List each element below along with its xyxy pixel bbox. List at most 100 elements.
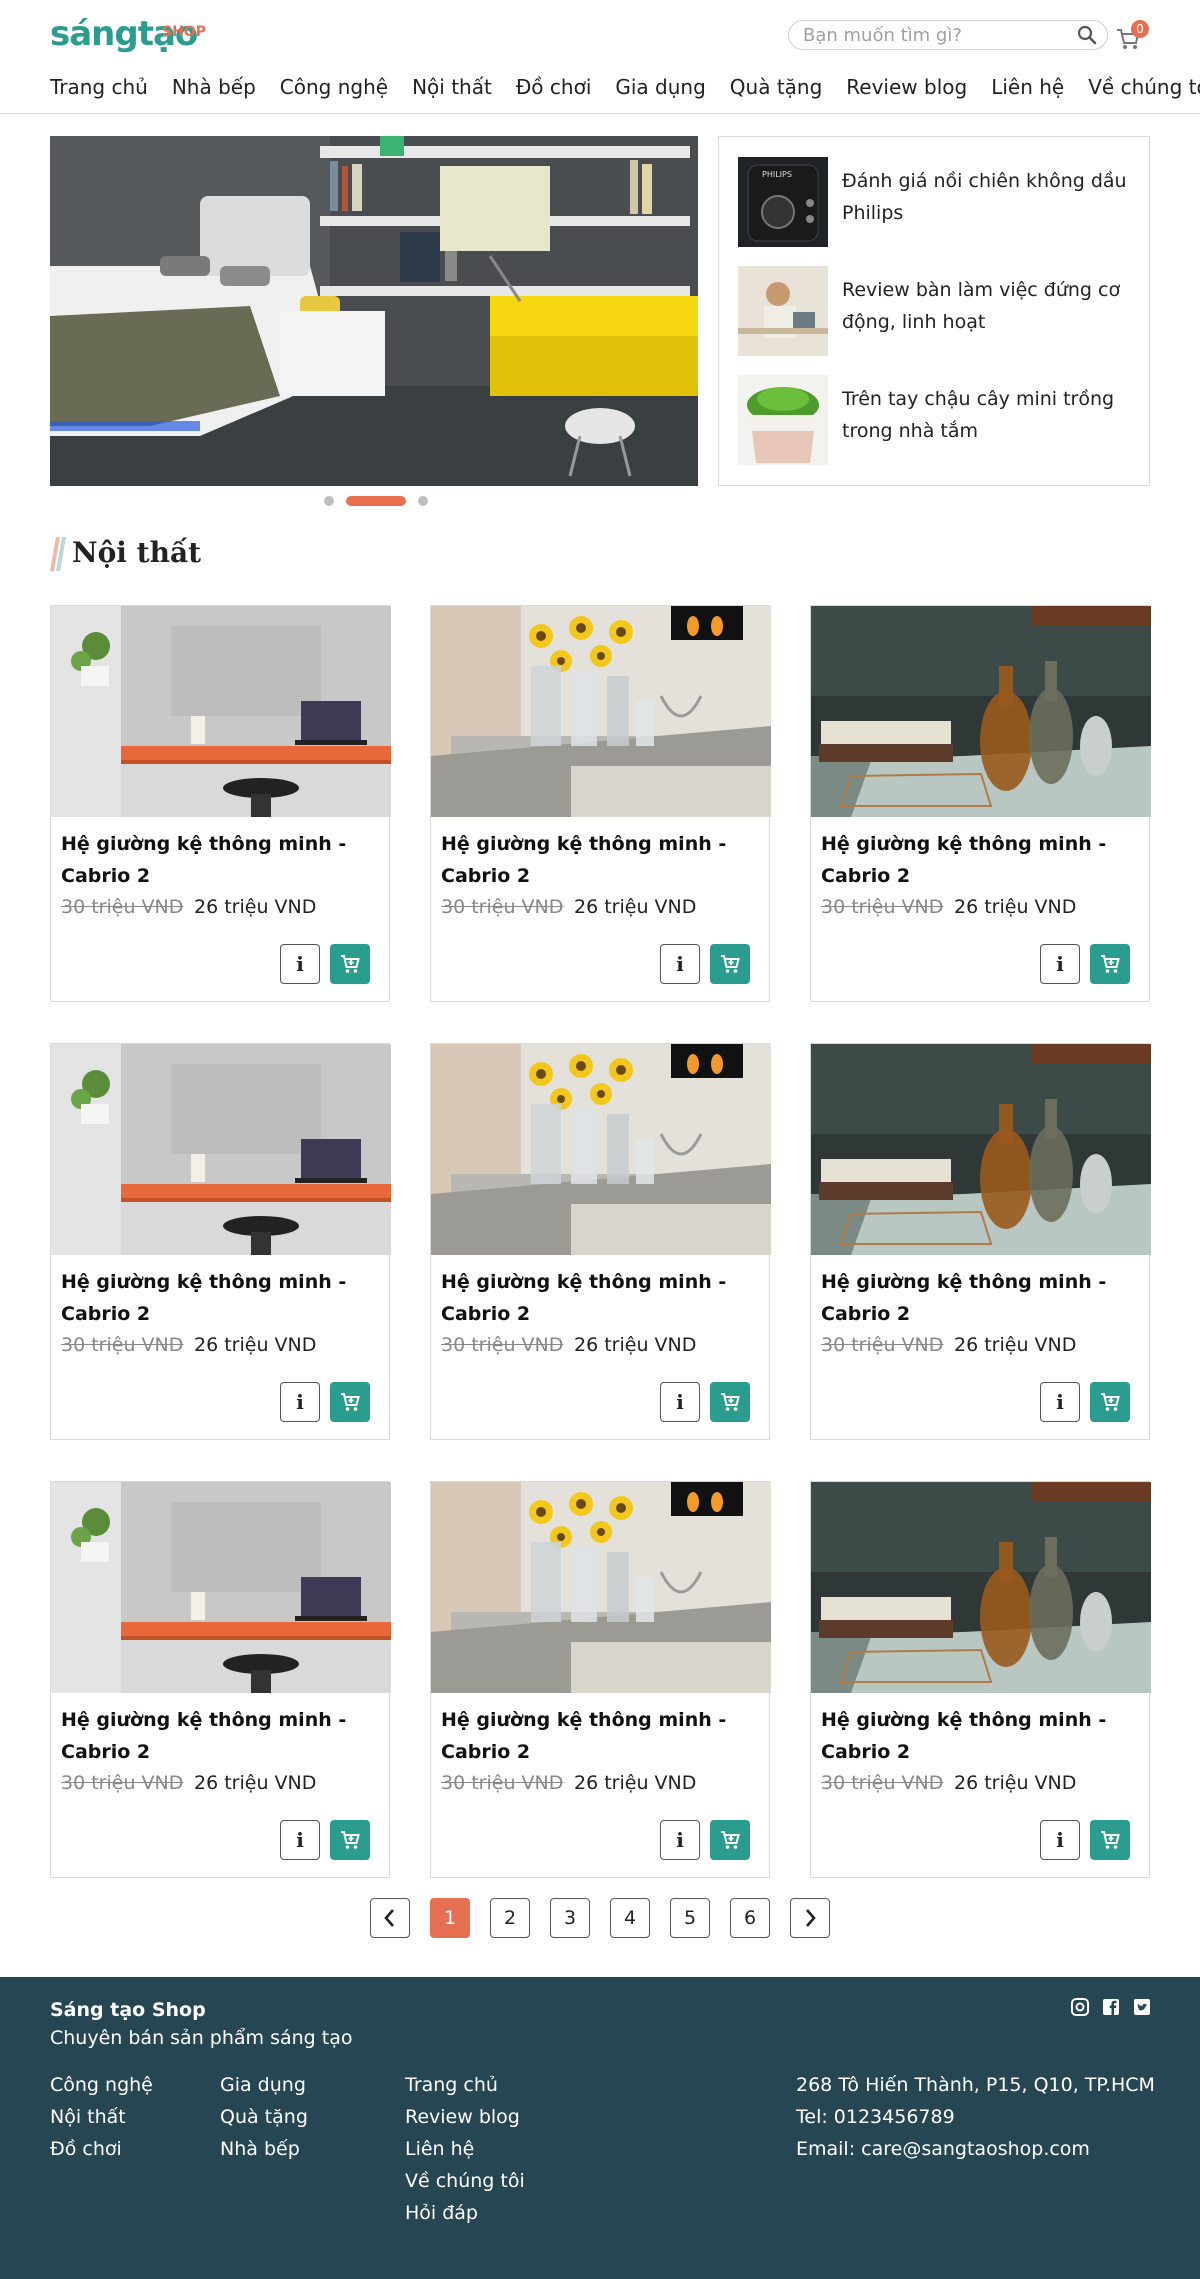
pagination-page[interactable]: 1 [430, 1898, 470, 1938]
product-info-button[interactable]: i [1040, 1382, 1080, 1422]
add-to-cart-button[interactable] [330, 944, 370, 984]
product-info-button[interactable]: i [280, 944, 320, 984]
footer-email[interactable]: Email: care@sangtaoshop.com [796, 2133, 1155, 2165]
pagination-page[interactable]: 5 [670, 1898, 710, 1938]
product-image[interactable] [811, 1044, 1151, 1255]
product-name[interactable]: Hệ giường kệ thông minh - Cabrio 2 [821, 1704, 1141, 1768]
product-info-button[interactable]: i [660, 1382, 700, 1422]
side-post-title[interactable]: Đánh giá nồi chiên không dầu Philips [842, 165, 1132, 229]
product-info-button[interactable]: i [280, 1382, 320, 1422]
pagination-prev-button[interactable] [370, 1898, 410, 1938]
product-image[interactable] [51, 1044, 391, 1255]
product-image[interactable] [51, 1482, 391, 1693]
footer-link[interactable]: Công nghệ [50, 2069, 153, 2101]
add-to-cart-button[interactable] [710, 1820, 750, 1860]
product-info-button[interactable]: i [1040, 1820, 1080, 1860]
side-post-item[interactable]: Trên tay chậu cây mini trồng trong nhà t… [738, 375, 1138, 467]
facebook-icon[interactable] [1101, 1997, 1121, 2017]
product-image[interactable] [811, 606, 1151, 817]
product-name[interactable]: Hệ giường kệ thông minh - Cabrio 2 [821, 828, 1141, 892]
product-card[interactable]: Hệ giường kệ thông minh - Cabrio 2 30 tr… [50, 1043, 391, 1440]
product-name[interactable]: Hệ giường kệ thông minh - Cabrio 2 [61, 828, 381, 892]
add-to-cart-button[interactable] [1090, 1382, 1130, 1422]
side-post-item[interactable]: PHILIPS Đánh giá nồi chiên không dầu Phi… [738, 157, 1138, 249]
product-price: 26 triệu VND [954, 1334, 1077, 1356]
main-nav: Trang chủ Nhà bếp Công nghệ Nội thất Đồ chơi… [50, 70, 1200, 104]
footer-link[interactable]: Về chúng tôi [405, 2165, 525, 2197]
side-post-title[interactable]: Trên tay chậu cây mini trồng trong nhà t… [842, 383, 1132, 447]
add-to-cart-button[interactable] [710, 1382, 750, 1422]
pagination-page[interactable]: 3 [550, 1898, 590, 1938]
product-image[interactable] [431, 1482, 771, 1693]
product-info-button[interactable]: i [280, 1820, 320, 1860]
product-image[interactable] [431, 1044, 771, 1255]
product-card[interactable]: Hệ giường kệ thông minh - Cabrio 2 30 tr… [810, 1043, 1151, 1440]
add-to-cart-button[interactable] [1090, 944, 1130, 984]
product-old-price: 30 triệu VND [61, 1772, 184, 1794]
nav-item[interactable]: Trang chủ [50, 70, 148, 104]
slider-dot[interactable] [418, 496, 428, 506]
product-image[interactable] [431, 606, 771, 817]
pagination-page[interactable]: 6 [730, 1898, 770, 1938]
add-to-cart-button[interactable] [710, 944, 750, 984]
product-card[interactable]: Hệ giường kệ thông minh - Cabrio 2 30 tr… [50, 605, 391, 1002]
twitter-icon[interactable] [1132, 1997, 1152, 2017]
slider-dot[interactable] [324, 496, 334, 506]
product-image[interactable] [51, 606, 391, 817]
cart-icon [721, 955, 740, 973]
hero-slide-image[interactable] [50, 136, 698, 486]
product-image[interactable] [811, 1482, 1151, 1693]
search-icon[interactable] [1077, 25, 1097, 45]
product-info-button[interactable]: i [660, 944, 700, 984]
product-name[interactable]: Hệ giường kệ thông minh - Cabrio 2 [821, 1266, 1141, 1330]
nav-item[interactable]: Gia dụng [615, 70, 705, 104]
footer-link[interactable]: Quà tặng [220, 2101, 308, 2133]
nav-item[interactable]: Nội thất [412, 70, 492, 104]
product-card[interactable]: Hệ giường kệ thông minh - Cabrio 2 30 tr… [430, 1043, 771, 1440]
product-card[interactable]: Hệ giường kệ thông minh - Cabrio 2 30 tr… [810, 1481, 1151, 1878]
nav-item[interactable]: Về chúng tôi [1088, 70, 1200, 104]
product-name[interactable]: Hệ giường kệ thông minh - Cabrio 2 [441, 1266, 761, 1330]
slider-dot[interactable] [346, 496, 406, 506]
site-logo[interactable]: sángtạo SHOP [50, 14, 206, 54]
footer-link[interactable]: Review blog [405, 2101, 525, 2133]
nav-item[interactable]: Nhà bếp [172, 70, 256, 104]
nav-item[interactable]: Liên hệ [991, 70, 1064, 104]
footer-category-links: Gia dụng Quà tặng Nhà bếp [220, 2069, 308, 2165]
add-to-cart-button[interactable] [330, 1820, 370, 1860]
product-info-button[interactable]: i [660, 1820, 700, 1860]
pagination-next-button[interactable] [790, 1898, 830, 1938]
footer-link[interactable]: Nhà bếp [220, 2133, 308, 2165]
footer-contact: 268 Tô Hiến Thành, P15, Q10, TP.HCM Tel:… [796, 2069, 1155, 2165]
product-card[interactable]: Hệ giường kệ thông minh - Cabrio 2 30 tr… [810, 605, 1151, 1002]
cart-button[interactable]: 0 [1115, 20, 1149, 52]
footer-link[interactable]: Đồ chơi [50, 2133, 153, 2165]
nav-item[interactable]: Review blog [846, 70, 967, 104]
footer-link[interactable]: Liên hệ [405, 2133, 525, 2165]
instagram-icon[interactable] [1070, 1997, 1090, 2017]
pagination-page[interactable]: 2 [490, 1898, 530, 1938]
footer-link[interactable]: Gia dụng [220, 2069, 308, 2101]
add-to-cart-button[interactable] [330, 1382, 370, 1422]
pagination-page[interactable]: 4 [610, 1898, 650, 1938]
nav-item[interactable]: Quà tặng [730, 70, 823, 104]
footer-link[interactable]: Trang chủ [405, 2069, 525, 2101]
search-input[interactable] [803, 23, 1073, 47]
product-card[interactable]: Hệ giường kệ thông minh - Cabrio 2 30 tr… [50, 1481, 391, 1878]
nav-item[interactable]: Công nghệ [280, 70, 388, 104]
footer-address: 268 Tô Hiến Thành, P15, Q10, TP.HCM [796, 2074, 1155, 2096]
nav-item[interactable]: Đồ chơi [516, 70, 592, 104]
side-post-title[interactable]: Review bàn làm việc đứng cơ động, linh h… [842, 274, 1132, 338]
product-card[interactable]: Hệ giường kệ thông minh - Cabrio 2 30 tr… [430, 1481, 771, 1878]
footer-link[interactable]: Nội thất [50, 2101, 153, 2133]
side-post-item[interactable]: Review bàn làm việc đứng cơ động, linh h… [738, 266, 1138, 358]
product-info-button[interactable]: i [1040, 944, 1080, 984]
footer-phone[interactable]: Tel: 0123456789 [796, 2101, 1155, 2133]
product-name[interactable]: Hệ giường kệ thông minh - Cabrio 2 [61, 1266, 381, 1330]
product-name[interactable]: Hệ giường kệ thông minh - Cabrio 2 [61, 1704, 381, 1768]
product-name[interactable]: Hệ giường kệ thông minh - Cabrio 2 [441, 828, 761, 892]
add-to-cart-button[interactable] [1090, 1820, 1130, 1860]
product-card[interactable]: Hệ giường kệ thông minh - Cabrio 2 30 tr… [430, 605, 771, 1002]
footer-link[interactable]: Hỏi đáp [405, 2197, 525, 2229]
product-name[interactable]: Hệ giường kệ thông minh - Cabrio 2 [441, 1704, 761, 1768]
